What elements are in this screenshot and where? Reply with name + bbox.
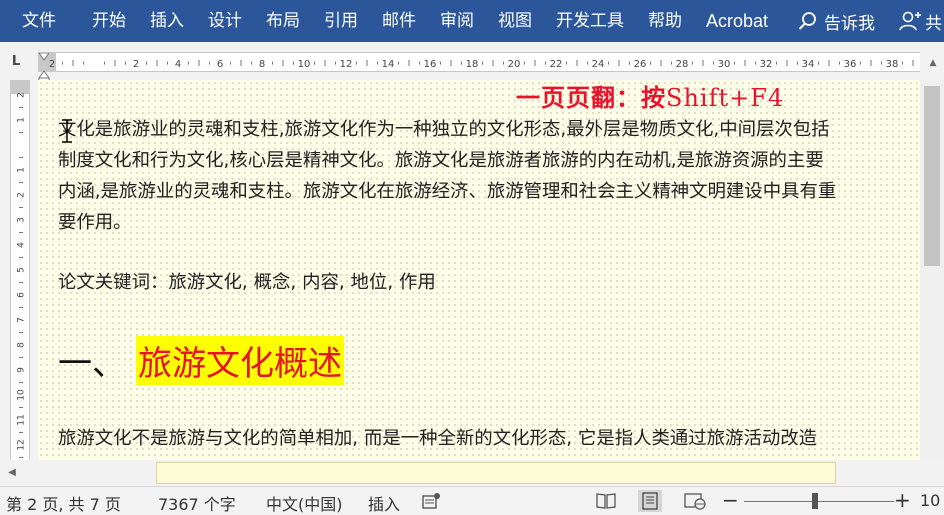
- heading-highlighted-text: 旅游文化概述: [136, 336, 344, 385]
- scroll-left-arrow-icon[interactable]: ◀: [6, 466, 18, 480]
- tell-me-box[interactable]: 告诉我: [788, 9, 885, 34]
- body-paragraph[interactable]: 旅游文化不是旅游与文化的简单相加, 而是一种全新的文化形态, 它是指人类通过旅游…: [58, 424, 817, 450]
- tab-mailings[interactable]: 邮件: [370, 0, 428, 42]
- language-indicator[interactable]: 中文(中国): [266, 491, 343, 515]
- tab-layout[interactable]: 布局: [254, 0, 312, 42]
- ruler-number: 18: [466, 59, 479, 70]
- horizontal-ruler[interactable]: 2246810121416182022242628303234363840: [38, 52, 920, 85]
- search-icon: [798, 12, 816, 30]
- ruler-number: 36: [844, 59, 857, 70]
- share-label: 共: [925, 13, 943, 34]
- vertical-ruler-area: 2 1 1 2 3 4 5 6 7 8 9 10 11 12: [0, 80, 38, 460]
- scroll-up-arrow-icon[interactable]: ▲: [926, 56, 940, 70]
- paragraph-line: 制度文化和行为文化,核心层是精神文化。旅游文化是旅游者旅游的内在动机,是旅游资源…: [58, 150, 824, 171]
- ruler-number: 6: [17, 292, 27, 298]
- tab-home[interactable]: 开始: [80, 0, 138, 42]
- ruler-number: 3: [17, 217, 27, 223]
- ruler-number: 2: [17, 192, 27, 198]
- tab-insert[interactable]: 插入: [138, 0, 196, 42]
- web-layout-icon[interactable]: [684, 492, 706, 510]
- zoom-level[interactable]: 10: [920, 491, 940, 510]
- tab-file[interactable]: 文件: [0, 0, 80, 42]
- ruler-number: 24: [592, 59, 605, 70]
- ruler-number: 28: [676, 59, 689, 70]
- ruler-number: 1: [17, 117, 27, 123]
- tab-view[interactable]: 视图: [486, 0, 544, 42]
- tip-text: 一页页翻：按: [516, 83, 666, 112]
- zoom-out-button[interactable]: −: [722, 488, 739, 512]
- zoom-slider-thumb[interactable]: [812, 493, 818, 509]
- ruler-number: 30: [718, 59, 731, 70]
- document-page[interactable]: 一页页翻：按Shift+F4 文化是旅游业的灵魂和支柱,旅游文化作为一种独立的文…: [38, 80, 920, 460]
- horizontal-ruler-row: L 2246810121416182022242628303234363840 …: [0, 42, 944, 85]
- read-mode-icon[interactable]: [596, 492, 616, 510]
- ruler-number: 34: [802, 59, 815, 70]
- ruler-number: 8: [259, 59, 265, 70]
- ruler-number: 26: [634, 59, 647, 70]
- ruler-number: 12: [340, 59, 353, 70]
- section-heading[interactable]: 一、 旅游文化概述: [58, 336, 344, 385]
- ruler-number: 1: [17, 167, 27, 173]
- tab-developer[interactable]: 开发工具: [544, 0, 636, 42]
- macro-recording-icon[interactable]: [422, 492, 442, 510]
- ruler-number: 12: [17, 439, 27, 450]
- insert-mode[interactable]: 插入: [368, 491, 400, 515]
- ruler-number: 16: [424, 59, 437, 70]
- vertical-ruler[interactable]: 2 1 1 2 3 4 5 6 7 8 9 10 11 12: [10, 80, 30, 460]
- add-person-icon: [899, 11, 922, 31]
- tab-acrobat[interactable]: Acrobat: [694, 0, 780, 42]
- vertical-ruler-ticks: 21123456789101112: [17, 92, 27, 458]
- tab-selector[interactable]: L: [6, 52, 26, 72]
- ruler-number: 4: [17, 242, 27, 248]
- heading-number: 一、: [58, 344, 126, 384]
- ruler-number: 4: [175, 59, 181, 70]
- intro-paragraph[interactable]: 文化是旅游业的灵魂和支柱,旅游文化作为一种独立的文化形态,最外层是物质文化,中间…: [58, 114, 920, 238]
- ruler-number: 32: [760, 59, 773, 70]
- ruler-number: 20: [508, 59, 521, 70]
- ruler-number: 6: [217, 59, 223, 70]
- ruler-number: 2: [133, 59, 139, 70]
- share-button[interactable]: 共: [899, 9, 942, 34]
- tip-shortcut: Shift+F4: [666, 84, 785, 112]
- paragraph-line: 文化是旅游业的灵魂和支柱,旅游文化作为一种独立的文化形态,最外层是物质文化,中间…: [58, 119, 830, 140]
- zoom-in-button[interactable]: +: [894, 488, 911, 512]
- ruler-number: 22: [550, 59, 563, 70]
- print-layout-icon[interactable]: [638, 490, 662, 512]
- ruler-number: 38: [886, 59, 899, 70]
- ruler-number: 7: [17, 317, 27, 323]
- ruler-number: 9: [17, 367, 27, 373]
- horizontal-scrollbar[interactable]: ◀: [0, 460, 944, 486]
- ruler-number: 11: [17, 414, 27, 425]
- tab-help[interactable]: 帮助: [636, 0, 694, 42]
- ribbon-tab-bar: 文件 开始 插入 设计 布局 引用 邮件 审阅 视图 开发工具 帮助 Acrob…: [0, 0, 944, 42]
- ruler-number: 14: [382, 59, 395, 70]
- keywords-line[interactable]: 论文关键词：旅游文化, 概念, 内容, 地位, 作用: [58, 268, 436, 294]
- ruler-number: 5: [17, 267, 27, 273]
- tab-design[interactable]: 设计: [196, 0, 254, 42]
- paragraph-line: 要作用。: [58, 212, 132, 233]
- ruler-number: 8: [17, 342, 27, 348]
- ruler-number: 10: [17, 389, 27, 401]
- tab-references[interactable]: 引用: [312, 0, 370, 42]
- tell-me-label: 告诉我: [824, 13, 876, 34]
- vertical-scroll-thumb[interactable]: [924, 86, 940, 266]
- horizontal-scroll-thumb[interactable]: [156, 462, 836, 484]
- vertical-scrollbar[interactable]: [920, 80, 944, 460]
- ruler-number: 10: [298, 59, 311, 70]
- word-count[interactable]: 7367 个字: [158, 491, 236, 515]
- text-cursor-icon: [62, 119, 72, 143]
- status-bar: 第 2 页, 共 7 页 7367 个字 中文(中国) 插入 − + 10: [0, 486, 944, 515]
- horizontal-ruler-ticks: 2246810121416182022242628303234363840: [49, 59, 914, 70]
- horizontal-scroll-track[interactable]: [20, 462, 900, 484]
- tip-overlay: 一页页翻：按Shift+F4: [516, 80, 784, 113]
- tab-review[interactable]: 审阅: [428, 0, 486, 42]
- ruler-number: 2: [17, 92, 27, 98]
- paragraph-line: 内涵,是旅游业的灵魂和支柱。旅游文化在旅游经济、旅游管理和社会主义精神文明建设中…: [58, 181, 837, 202]
- page-count[interactable]: 第 2 页, 共 7 页: [6, 491, 121, 515]
- zoom-slider-track[interactable]: [744, 501, 894, 502]
